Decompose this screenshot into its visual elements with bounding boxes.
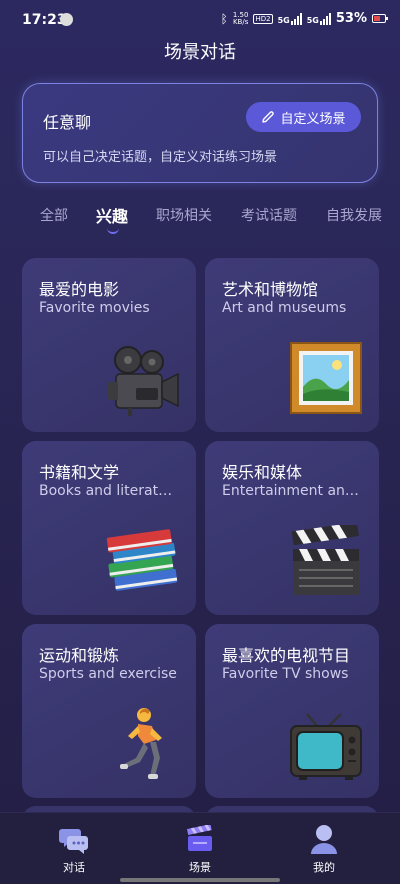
scene-title-cn: 书籍和文学: [39, 463, 120, 482]
scene-title-en: Favorite TV shows: [222, 666, 349, 682]
scene-clapper-icon: [186, 825, 212, 851]
status-bar: 17:23 ᛒ 1.50 KB/s HD2 5G 5G 53%: [0, 0, 400, 40]
scene-title-en: Sports and exercise: [39, 666, 177, 682]
running-person-icon: [120, 708, 162, 779]
tab-interests[interactable]: 兴趣: [96, 203, 128, 227]
scene-title-cn: 最喜欢的电视节目: [222, 646, 351, 665]
signal-1: 5G: [277, 12, 302, 25]
scene-title-cn: 最爱的电影: [39, 280, 120, 299]
nav-profile-label: 我的: [313, 861, 335, 874]
movie-camera-icon: [108, 346, 179, 416]
nav-profile[interactable]: 我的: [284, 813, 364, 884]
app-screen: 17:23 ᛒ 1.50 KB/s HD2 5G 5G 53% 场景对话 任意聊…: [0, 0, 400, 884]
hd-sub: 2: [266, 14, 271, 23]
notification-app-icon: [60, 13, 73, 26]
scene-title-cn: 娱乐和媒体: [222, 463, 303, 482]
free-chat-card[interactable]: 任意聊 可以自己决定话题，自定义对话练习场景 自定义场景: [22, 83, 378, 183]
custom-scene-label: 自定义场景: [280, 111, 346, 127]
hd-label: HD: [255, 14, 267, 23]
free-chat-description: 可以自己决定话题，自定义对话练习场景: [43, 150, 278, 165]
nav-scenes[interactable]: 场景: [160, 813, 240, 884]
television-icon: [290, 713, 362, 780]
signal-1-label: 5G: [277, 15, 290, 25]
scene-card-favorite-movies[interactable]: 最爱的电影 Favorite movies: [22, 258, 196, 432]
home-indicator[interactable]: [120, 878, 280, 882]
tab-self-development[interactable]: 自我发展: [326, 205, 382, 225]
category-tabs: 全部 兴趣 职场相关 考试话题 自我发展: [0, 200, 400, 236]
pencil-icon: [262, 111, 275, 123]
scene-card-books-literature[interactable]: 书籍和文学 Books and literat…: [22, 441, 196, 615]
battery-percent: 53%: [335, 11, 367, 26]
signal-bars-icon: [290, 12, 302, 25]
user-profile-icon: [311, 825, 337, 854]
signal-2-label: 5G: [306, 15, 319, 25]
status-indicators: ᛒ 1.50 KB/s HD2 5G 5G 53%: [220, 11, 388, 26]
hd-badge: HD2: [253, 13, 273, 24]
network-speed-unit: KB/s: [232, 17, 249, 26]
battery-icon: [372, 14, 388, 23]
scene-title-cn: 艺术和博物馆: [222, 280, 319, 299]
network-speed: 1.50 KB/s: [232, 11, 249, 26]
framed-picture-icon: [290, 342, 362, 414]
scene-title-en: Books and literat…: [39, 483, 173, 499]
page-title: 场景对话: [164, 42, 236, 63]
scene-card-favorite-tv-shows[interactable]: 最喜欢的电视节目 Favorite TV shows: [205, 624, 379, 798]
scene-title-en: Entertainment an…: [222, 483, 359, 499]
nav-chat[interactable]: 对话: [34, 813, 114, 884]
free-chat-title: 任意聊: [43, 113, 92, 132]
chat-bubbles-icon: [59, 829, 88, 854]
bottom-navigation: 对话 场景 我的: [0, 812, 400, 884]
nav-chat-label: 对话: [63, 861, 85, 874]
signal-bars-icon: [319, 12, 331, 25]
active-tab-indicator: [107, 228, 119, 234]
scene-card-art-museums[interactable]: 艺术和博物馆 Art and museums: [205, 258, 379, 432]
scene-title-cn: 运动和锻炼: [39, 646, 120, 665]
nav-scenes-label: 场景: [189, 861, 211, 874]
custom-scene-button[interactable]: 自定义场景: [246, 102, 361, 132]
scene-title-en: Favorite movies: [39, 300, 150, 316]
signal-2: 5G: [306, 12, 331, 25]
scene-card-sports-exercise[interactable]: 运动和锻炼 Sports and exercise: [22, 624, 196, 798]
tab-all[interactable]: 全部: [40, 205, 68, 225]
tab-workplace[interactable]: 职场相关: [156, 205, 212, 225]
scene-title-en: Art and museums: [222, 300, 347, 316]
scene-card-entertainment-media[interactable]: 娱乐和媒体 Entertainment an…: [205, 441, 379, 615]
bluetooth-icon: ᛒ: [220, 11, 228, 26]
books-icon: [106, 529, 178, 591]
clapper-board-icon: [291, 525, 359, 595]
tab-exam-topics[interactable]: 考试话题: [241, 205, 297, 225]
